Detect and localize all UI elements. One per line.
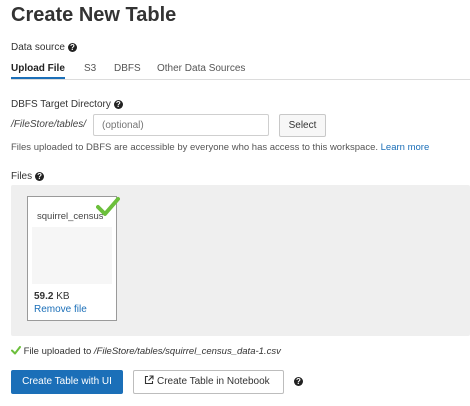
check-icon — [96, 197, 120, 216]
help-icon[interactable]: ? — [35, 172, 45, 181]
create-table-in-notebook-label: Create Table in Notebook — [157, 376, 270, 387]
note-text: Files uploaded to DBFS are accessible by… — [11, 142, 378, 153]
data-source-label: Data source — [11, 42, 65, 53]
help-icon[interactable]: ? — [113, 100, 123, 109]
select-button[interactable]: Select — [279, 114, 326, 137]
tab-other-data-sources[interactable]: Other Data Sources — [157, 63, 245, 74]
upload-status: File uploaded to /FileStore/tables/squir… — [11, 346, 281, 357]
data-source-label-row: Data source? — [11, 42, 77, 53]
learn-more-link[interactable]: Learn more — [381, 142, 430, 153]
check-icon — [11, 346, 21, 355]
upload-status-text: File uploaded to — [23, 346, 92, 357]
help-icon[interactable]: ? — [294, 377, 303, 386]
file-name: squirrel_census_data-1.csv — [37, 211, 103, 222]
path-prefix: /FileStore/tables/ — [11, 119, 87, 130]
file-size: 59.2 KB — [34, 291, 70, 302]
files-label: Files — [11, 171, 33, 182]
target-directory-input[interactable] — [93, 114, 269, 136]
help-icon[interactable]: ? — [67, 43, 77, 52]
dbfs-access-note: Files uploaded to DBFS are accessible by… — [11, 142, 429, 153]
dbfs-target-label: DBFS Target Directory — [11, 99, 111, 110]
tab-dbfs[interactable]: DBFS — [114, 63, 141, 74]
tab-upload-file[interactable]: Upload File — [11, 63, 65, 74]
external-link-icon — [144, 375, 154, 385]
file-size-unit: KB — [56, 291, 70, 302]
page-title: Create New Table — [11, 4, 177, 26]
create-table-with-ui-button[interactable]: Create Table with UI — [11, 370, 123, 394]
dbfs-target-label-row: DBFS Target Directory? — [11, 99, 123, 110]
active-tab-indicator — [11, 77, 65, 79]
remove-file-link[interactable]: Remove file — [34, 304, 87, 315]
file-size-value: 59.2 — [34, 291, 54, 302]
files-label-row: Files? — [11, 171, 45, 182]
create-table-in-notebook-button[interactable]: Create Table in Notebook — [133, 370, 284, 394]
tab-s3[interactable]: S3 — [84, 63, 96, 74]
tabs-divider — [11, 79, 470, 80]
file-preview — [32, 227, 112, 284]
upload-status-path: /FileStore/tables/squirrel_census_data-1… — [93, 346, 281, 357]
